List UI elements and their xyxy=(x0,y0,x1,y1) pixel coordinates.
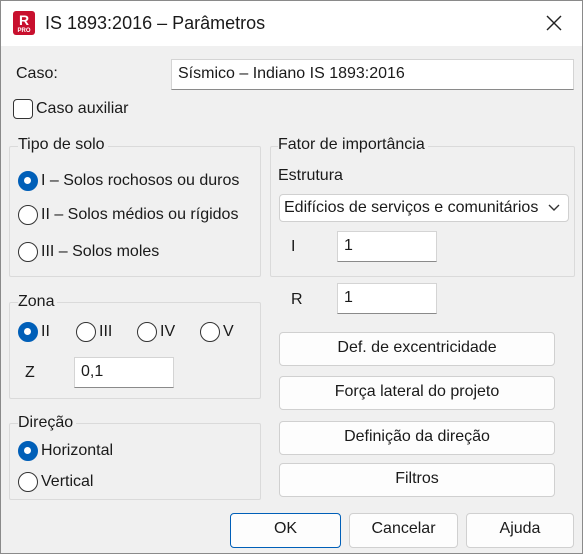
radio-button xyxy=(200,322,220,342)
radio-button-selected xyxy=(18,441,38,461)
zona-iv-label: IV xyxy=(160,323,176,340)
estrutura-dropdown[interactable]: Edifícios de serviços e comunitários xyxy=(279,194,569,222)
ok-button[interactable]: OK xyxy=(230,513,341,548)
radio-zona-ii[interactable]: II xyxy=(18,322,50,342)
radio-horizontal[interactable]: Horizontal xyxy=(18,441,113,461)
cancel-button[interactable]: Cancelar xyxy=(349,513,458,548)
app-icon-letter: R xyxy=(18,12,30,28)
excentricidade-button[interactable]: Def. de excentricidade xyxy=(279,332,555,366)
definicao-direcao-button[interactable]: Definição da direção xyxy=(279,421,555,455)
estrutura-label: Estrutura xyxy=(278,167,343,184)
radio-vertical[interactable]: Vertical xyxy=(18,472,93,492)
radio-button xyxy=(137,322,157,342)
forca-lateral-button[interactable]: Força lateral do projeto xyxy=(279,376,555,410)
solo-ii-label: II – Solos médios ou rígidos xyxy=(41,206,239,223)
solo-iii-label: III – Solos moles xyxy=(41,243,160,260)
radio-button xyxy=(18,242,38,262)
r-label: R xyxy=(291,291,303,308)
dialog-window: R PRO IS 1893:2016 – Parâmetros Caso: Sí… xyxy=(0,0,583,554)
radio-button-selected xyxy=(18,322,38,342)
i-label: I xyxy=(291,238,296,255)
importancia-title: Fator de importância xyxy=(278,136,428,154)
solo-i-label: I – Solos rochosos ou duros xyxy=(41,172,240,189)
radio-solo-i[interactable]: I – Solos rochosos ou duros xyxy=(18,171,239,191)
caso-label: Caso: xyxy=(16,65,58,82)
radio-zona-iii[interactable]: III xyxy=(76,322,112,342)
title-bar: R PRO IS 1893:2016 – Parâmetros xyxy=(1,1,582,46)
radio-button xyxy=(18,205,38,225)
app-icon-badge: PRO xyxy=(17,28,31,34)
i-field[interactable]: 1 xyxy=(337,231,437,262)
revit-app-icon: R PRO xyxy=(13,11,35,35)
filtros-button[interactable]: Filtros xyxy=(279,463,555,497)
checkbox-box xyxy=(13,99,33,119)
radio-solo-iii[interactable]: III – Solos moles xyxy=(18,242,159,262)
radio-button xyxy=(76,322,96,342)
z-label: Z xyxy=(25,364,35,381)
radio-zona-iv[interactable]: IV xyxy=(137,322,175,342)
z-field[interactable]: 0,1 xyxy=(74,357,174,388)
zona-title: Zona xyxy=(18,293,58,311)
direcao-title: Direção xyxy=(18,414,77,432)
tipo-solo-title: Tipo de solo xyxy=(18,136,108,154)
help-button[interactable]: Ajuda xyxy=(466,513,574,548)
caso-field[interactable]: Sísmico – Indiano IS 1893:2016 xyxy=(171,59,574,90)
vertical-label: Vertical xyxy=(41,473,94,490)
radio-solo-ii[interactable]: II – Solos médios ou rígidos xyxy=(18,205,238,225)
close-button[interactable] xyxy=(540,9,568,37)
r-field[interactable]: 1 xyxy=(337,283,437,314)
window-title: IS 1893:2016 – Parâmetros xyxy=(45,13,266,33)
caso-auxiliar-label: Caso auxiliar xyxy=(36,100,129,117)
horizontal-label: Horizontal xyxy=(41,442,114,459)
caso-auxiliar-checkbox[interactable]: Caso auxiliar xyxy=(13,99,128,119)
zona-v-label: V xyxy=(223,323,234,340)
zona-ii-label: II xyxy=(41,323,50,340)
radio-button xyxy=(18,472,38,492)
chevron-down-icon xyxy=(546,195,562,221)
zona-iii-label: III xyxy=(99,323,113,340)
close-icon xyxy=(546,15,562,31)
radio-button-selected xyxy=(18,171,38,191)
estrutura-value: Edifícios de serviços e comunitários xyxy=(284,199,539,216)
radio-zona-v[interactable]: V xyxy=(200,322,234,342)
